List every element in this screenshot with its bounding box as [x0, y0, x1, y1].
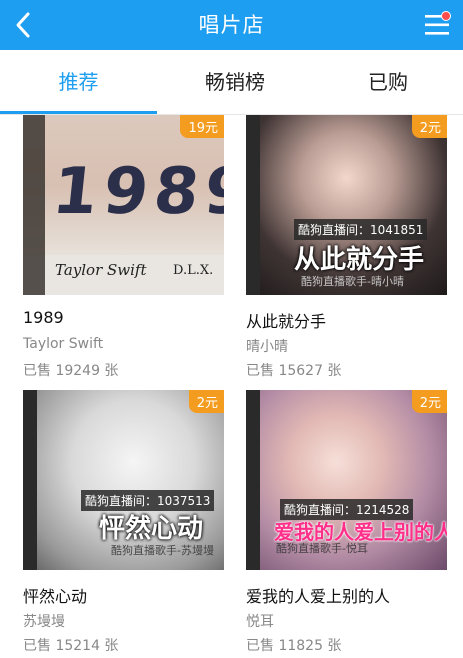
tab-purchased[interactable]: 已购: [313, 50, 463, 114]
album-cover: 酷狗直播间：1037513 怦然心动 酷狗直播歌手-苏墁墁 2元: [23, 390, 224, 570]
cover-strip: [246, 390, 260, 570]
sold-count: 已售 19249 张: [23, 363, 119, 379]
active-tab-indicator: [0, 111, 157, 114]
menu-button[interactable]: [421, 8, 455, 42]
album-card[interactable]: 酷狗直播间：1214528 爱我的人爱上别的人 酷狗直播歌手-悦耳 2元 爱我的…: [246, 390, 447, 658]
cover-strip: [23, 390, 37, 570]
album-title: 爱我的人爱上别的人: [246, 587, 391, 606]
page-title: 唱片店: [198, 13, 265, 37]
cover-title: 怦然心动: [99, 514, 204, 544]
album-cover: 酷狗直播间：1214528 爱我的人爱上别的人 酷狗直播歌手-悦耳 2元: [246, 390, 447, 570]
cover-edition: D.L.X.: [173, 263, 214, 278]
price-badge: 19元: [180, 115, 224, 138]
album-title: 1989: [23, 308, 64, 327]
album-artist: 晴小晴: [246, 339, 288, 355]
album-cover: 1989 Taylor Swift D.L.X. 19元: [23, 115, 224, 295]
tab-recommend[interactable]: 推荐: [0, 50, 157, 114]
cover-shade: [23, 115, 45, 295]
cover-subtitle: 酷狗直播歌手-悦耳: [276, 542, 368, 555]
album-title: 怦然心动: [23, 587, 88, 606]
top-bar: 唱片店: [0, 0, 463, 50]
cover-strip: [246, 115, 260, 295]
album-artist: 苏墁墁: [23, 614, 65, 630]
cover-subtitle: 酷狗直播歌手-苏墁墁: [111, 544, 214, 557]
price-badge: 2元: [188, 390, 224, 413]
cover-room-label: 酷狗直播间：1041851: [294, 219, 428, 240]
album-artist: Taylor Swift: [23, 336, 104, 352]
album-card[interactable]: 酷狗直播间：1037513 怦然心动 酷狗直播歌手-苏墁墁 2元 怦然心动 苏墁…: [23, 390, 224, 658]
album-card[interactable]: 1989 Taylor Swift D.L.X. 19元 1989 Taylor…: [23, 115, 224, 385]
cover-signature: Taylor Swift: [55, 261, 147, 279]
cover-big-text: 1989: [49, 155, 224, 229]
sold-count: 已售 15214 张: [23, 638, 119, 654]
album-cover: 酷狗直播间：1041851 从此就分手 酷狗直播歌手-晴小晴 2元: [246, 115, 447, 295]
album-card[interactable]: 酷狗直播间：1041851 从此就分手 酷狗直播歌手-晴小晴 2元 从此就分手 …: [246, 115, 447, 385]
album-title: 从此就分手: [246, 312, 327, 331]
cover-subtitle: 酷狗直播歌手-晴小晴: [301, 275, 404, 288]
tab-bar: 推荐 畅销榜 已购: [0, 50, 463, 115]
price-badge: 2元: [411, 390, 447, 413]
price-badge: 2元: [411, 115, 447, 138]
album-artist: 悦耳: [246, 614, 274, 630]
cover-title: 从此就分手: [294, 245, 425, 275]
notification-dot: [441, 11, 451, 21]
sold-count: 已售 15627 张: [246, 363, 342, 379]
sold-count: 已售 11825 张: [246, 638, 342, 654]
tab-bestsellers[interactable]: 畅销榜: [157, 50, 313, 114]
